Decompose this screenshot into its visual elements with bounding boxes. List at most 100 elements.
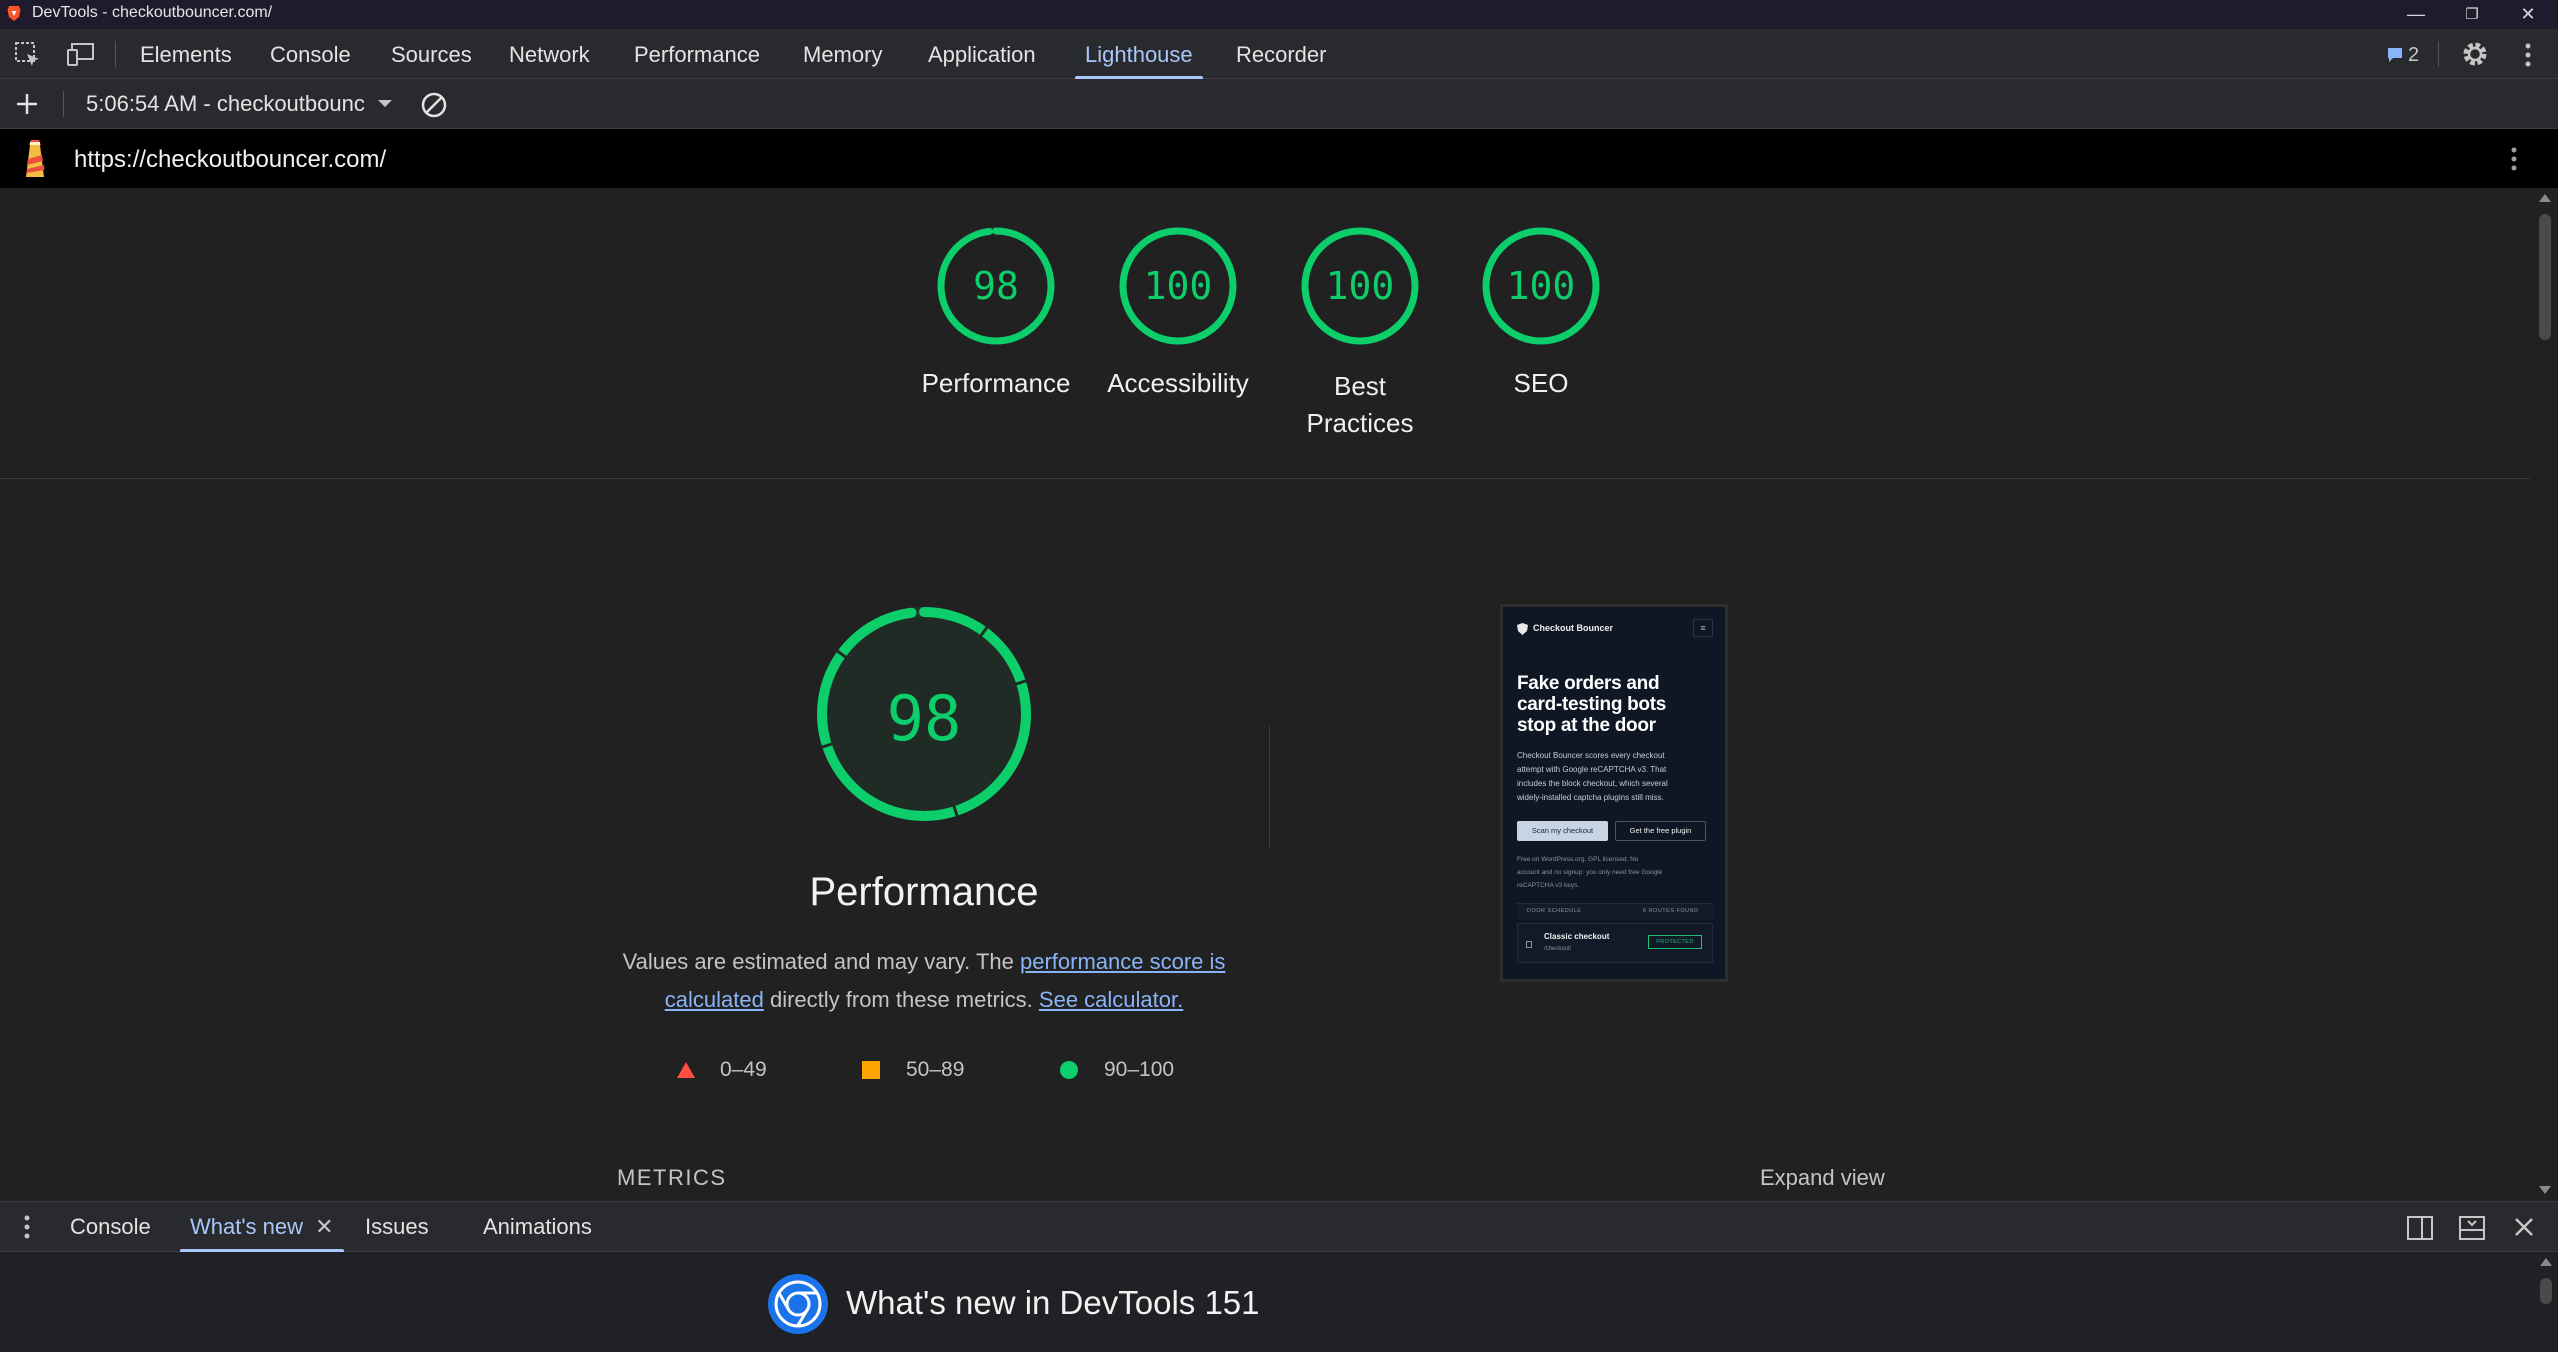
chrome-devtools-logo-icon (766, 1272, 830, 1336)
tab-memory[interactable]: Memory (803, 29, 882, 79)
score-gauge[interactable]: 100 (1481, 226, 1601, 346)
final-screenshot[interactable]: Checkout Bouncer ≡ Fake orders and card-… (1500, 604, 1728, 982)
table-right-label: 6 ROUTES FOUND (1643, 908, 1699, 914)
dock-side-icon[interactable] (2406, 1215, 2434, 1241)
score-value: 100 (1143, 264, 1213, 308)
legend-label: 50–89 (906, 1058, 965, 1081)
score-legend: 0–49 50–89 90–100 (676, 1056, 1196, 1086)
clear-reports-icon[interactable] (419, 90, 449, 120)
score-label-line: Best (1333, 371, 1387, 401)
new-report-plus-icon[interactable] (14, 91, 40, 117)
tab-lighthouse[interactable]: Lighthouse (1075, 29, 1203, 79)
screenshot-primary-button: Scan my checkout (1517, 821, 1608, 841)
inspect-element-icon[interactable] (14, 41, 42, 69)
dock-bottom-icon[interactable] (2458, 1215, 2486, 1241)
whats-new-heading: What's new in DevTools 151 (846, 1284, 1260, 1321)
row-title: Classic checkout (1544, 932, 1610, 941)
screenshot-secondary-button: Get the free plugin (1615, 821, 1706, 841)
toolbar-divider (2438, 41, 2439, 67)
close-drawer-icon[interactable] (2512, 1215, 2536, 1239)
score-gauge[interactable]: 98 (936, 226, 1056, 346)
see-calculator-link[interactable]: See calculator. (1039, 987, 1183, 1012)
drawer-tab-label: What's new (190, 1214, 304, 1239)
headline-line: card-testing bots (1517, 694, 1667, 715)
screenshot-table-header: DOOR SCHEDULE 6 ROUTES FOUND (1517, 903, 1713, 920)
tab-elements[interactable]: Elements (140, 29, 232, 79)
drawer-scrollbar-thumb[interactable] (2540, 1278, 2552, 1304)
metrics-heading: METRICS (617, 1165, 727, 1190)
score-gauge[interactable]: 100 (1300, 226, 1420, 346)
scroll-up-icon[interactable] (2539, 194, 2551, 202)
row-subtitle: /checkout/ (1544, 946, 1572, 952)
message-icon (2388, 48, 2402, 62)
device-toolbar-icon[interactable] (66, 41, 96, 69)
tab-application[interactable]: Application (928, 29, 1036, 79)
performance-title: Performance (809, 870, 1039, 914)
scroll-down-icon[interactable] (2539, 1186, 2551, 1194)
drawer-tab-console[interactable]: Console (70, 1202, 151, 1252)
headline-line: Fake orders and (1517, 673, 1660, 694)
screenshot-brand: Checkout Bouncer (1533, 623, 1614, 633)
body-line: includes the block checkout, which sever… (1517, 779, 1668, 788)
report-scrollbar[interactable] (2530, 188, 2558, 1200)
issues-count: 2 (2408, 43, 2420, 66)
table-left-label: DOOR SCHEDULE (1527, 908, 1582, 914)
window-title-bar: DevTools - checkoutbouncer.com/ — ❐ ✕ (0, 0, 2558, 29)
row-lock-icon (1526, 941, 1532, 948)
report-select-value: 5:06:54 AM - checkoutbounc (86, 91, 365, 116)
screenshot-table-row: Classic checkout /checkout/ PROTECTED (1517, 923, 1713, 963)
whats-new-panel: What's new in DevTools 151 (0, 1252, 2558, 1352)
settings-gear-icon[interactable] (2460, 39, 2490, 69)
score-calculated-link[interactable]: performance score is (1020, 949, 1225, 974)
restore-icon[interactable]: ❐ (2449, 0, 2495, 29)
score-value: 98 (973, 264, 1019, 308)
chevron-down-icon (377, 100, 392, 107)
expand-view-link[interactable]: Expand view (1760, 1165, 1885, 1191)
average-square-icon (862, 1061, 880, 1079)
score-calculated-link[interactable]: calculated (665, 987, 764, 1012)
report-url-bar: https://checkoutbouncer.com/ (0, 129, 2558, 188)
vertical-divider (1269, 726, 1270, 848)
performance-gauge: 98 (812, 602, 1036, 826)
report-menu-icon[interactable] (2508, 145, 2520, 173)
score-label: SEO (1513, 368, 1569, 398)
performance-description: Values are estimated and may vary. The p… (590, 943, 1258, 1019)
devtools-main-toolbar: Elements Console Sources Network Perform… (0, 29, 2558, 79)
body-line: attempt with Google reCAPTCHA v3. That (1517, 765, 1667, 774)
screenshot-logo-icon (1517, 623, 1528, 635)
drawer-tab-issues[interactable]: Issues (365, 1202, 429, 1252)
score-gauge[interactable]: 100 (1118, 226, 1238, 346)
headline-line: stop at the door (1517, 715, 1656, 736)
tab-performance[interactable]: Performance (634, 29, 760, 79)
report-select-dropdown[interactable]: 5:06:54 AM - checkoutbounc (86, 89, 393, 119)
drawer-toolbar: Console What's new ✕ Issues Animations (0, 1201, 2558, 1252)
description-text: directly from these metrics. (763, 987, 1033, 1012)
drawer-tab-whats-new[interactable]: What's new ✕ (180, 1202, 344, 1252)
issues-badge[interactable]: 2 (2386, 43, 2419, 67)
scroll-up-icon[interactable] (2540, 1258, 2552, 1266)
scrollbar-thumb[interactable] (2539, 214, 2551, 340)
section-divider (0, 478, 2530, 479)
minimize-icon[interactable]: — (2393, 0, 2439, 29)
score-label: Performance (921, 368, 1071, 398)
drawer-tab-animations[interactable]: Animations (483, 1202, 592, 1252)
more-options-icon[interactable] (2522, 41, 2534, 69)
tab-sources[interactable]: Sources (391, 29, 472, 79)
small-line: account and no signup: you only need fre… (1517, 869, 1663, 876)
drawer-menu-icon[interactable] (22, 1214, 32, 1240)
report-url[interactable]: https://checkoutbouncer.com/ (74, 146, 386, 174)
drawer-scrollbar[interactable] (2540, 1254, 2552, 1350)
small-line: reCAPTCHA v3 keys. (1517, 882, 1580, 889)
screenshot-body: Checkout Bouncer scores every checkout a… (1517, 749, 1717, 805)
window-title: DevTools - checkoutbouncer.com/ (32, 4, 273, 21)
description-text: Values are estimated and may vary. The (622, 949, 1020, 974)
score-value: 100 (1325, 264, 1395, 308)
tab-recorder[interactable]: Recorder (1236, 29, 1326, 79)
performance-score: 98 (886, 682, 962, 755)
close-window-icon[interactable]: ✕ (2505, 0, 2551, 29)
tab-console[interactable]: Console (270, 29, 351, 79)
close-tab-icon[interactable]: ✕ (315, 1214, 333, 1239)
tab-network[interactable]: Network (509, 29, 590, 79)
lighthouse-report: 98 Performance 100 Accessibility 100 Bes… (0, 188, 2530, 1200)
screenshot-small-print: Free on WordPress.org. GPL licensed. No … (1517, 853, 1717, 892)
